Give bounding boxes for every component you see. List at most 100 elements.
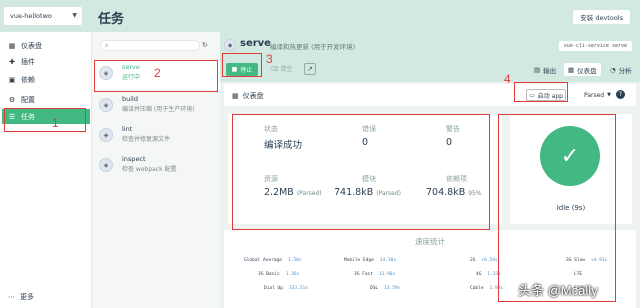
tab-dashboard[interactable]: ▦ 仪表盘 bbox=[564, 63, 601, 76]
modules-size-type: (Parsed) bbox=[376, 190, 402, 197]
speed-label: 3G Basic bbox=[258, 272, 280, 277]
tab-analyze[interactable]: ◔ 分析 bbox=[606, 63, 636, 76]
speed-value: 1.90s bbox=[489, 286, 504, 291]
speed-cell: 2G +8.54s bbox=[470, 258, 498, 263]
sidebar-item-dependencies[interactable]: ▣ 依赖 bbox=[2, 72, 90, 87]
dashboard-icon: ▦ bbox=[568, 65, 575, 74]
task-desc: 检查 webpack 配置 bbox=[122, 166, 177, 173]
task-toolbar: ■ 停止 ⌫ 清空 ↗ ▤ 输出 ▦ 仪表盘 ◔ 分析 bbox=[220, 58, 640, 82]
launch-label: 启动 app bbox=[537, 92, 563, 100]
speed-value: 1.58s bbox=[287, 258, 302, 263]
size-type-select[interactable]: Parsed ▼ bbox=[584, 89, 611, 101]
puzzle-icon: ✚ bbox=[9, 57, 15, 66]
speed-label: DSL bbox=[370, 286, 379, 291]
top-bar: vue-hellotwo ▼ 任务 安装 devtools bbox=[0, 0, 640, 32]
stat-label: 状态 bbox=[264, 125, 278, 133]
task-desc: 运行中 bbox=[122, 74, 141, 81]
tab-output[interactable]: ▤ 输出 bbox=[530, 63, 560, 76]
sidebar: ▦ 仪表盘 ✚ 插件 ▣ 依赖 ⚙ 配置 ☰ 任务 ⋯ 更多 bbox=[0, 32, 92, 308]
more-label: 更多 bbox=[20, 293, 34, 301]
speed-value: 13.59s bbox=[384, 286, 401, 291]
annotation-number-1: 1 bbox=[52, 116, 59, 130]
task-icon: ◈ bbox=[99, 66, 113, 80]
stat-label: 资源 bbox=[264, 175, 278, 183]
stat-label: 错误 bbox=[362, 125, 376, 133]
watermark: 头条 @Mcally bbox=[518, 283, 598, 298]
stat-assets: 资源 2.2MB (Parsed) bbox=[264, 174, 322, 198]
task-name: lint bbox=[122, 125, 133, 133]
sidebar-item-label: 插件 bbox=[21, 57, 35, 66]
speed-label: Cable bbox=[470, 286, 484, 291]
speed-cell: Mobile Edge 14.10s bbox=[344, 258, 396, 263]
project-selector[interactable]: vue-hellotwo ▼ bbox=[4, 7, 82, 25]
speed-value: +4.91s bbox=[590, 258, 608, 263]
sidebar-item-tasks[interactable]: ☰ 任务 bbox=[2, 109, 90, 124]
speed-value: 333.51s bbox=[288, 286, 308, 291]
task-detail: ◈ serve 编译和热更新 (用于开发环境) vue-cli-service … bbox=[220, 32, 640, 308]
search-icon: ⌕ bbox=[105, 41, 109, 49]
speed-value: +8.54s bbox=[481, 258, 498, 263]
modules-size: 741.8kB bbox=[334, 187, 374, 198]
stat-modules: 模块 741.8kB (Parsed) bbox=[334, 174, 401, 198]
speed-value: 14.10s bbox=[379, 258, 397, 263]
clear-button[interactable]: ⌫ 清空 bbox=[270, 64, 292, 73]
dashboard-title-label: 仪表盘 bbox=[242, 92, 264, 100]
dashboard-icon: ▦ bbox=[8, 41, 16, 50]
stat-value: 741.8kB (Parsed) bbox=[334, 187, 401, 198]
task-item-build[interactable]: ◈ build 编译并压缩 (用于生产环境) bbox=[92, 92, 220, 122]
task-name: serve bbox=[122, 63, 140, 71]
size-type-value: Parsed bbox=[584, 91, 605, 99]
launch-app-button[interactable]: ▭ 启动 app bbox=[526, 89, 566, 101]
dashboard-title: ▦ 仪表盘 bbox=[232, 91, 264, 101]
project-name: vue-hellotwo bbox=[10, 12, 52, 20]
sidebar-item-label: 配置 bbox=[21, 95, 35, 104]
task-search-input[interactable]: ⌕ bbox=[100, 40, 200, 51]
clear-label: 清空 bbox=[280, 66, 293, 73]
task-icon: ◈ bbox=[224, 39, 236, 51]
speed-label: 3G Fast bbox=[354, 272, 373, 277]
speed-stats-title: 速度统计 bbox=[415, 237, 445, 246]
speed-value: 11.96s bbox=[378, 272, 396, 277]
stats-panel: 状态 编译成功 错误 0 警告 0 资源 2.2MB (Parsed) 模块 74… bbox=[228, 114, 502, 224]
stop-button[interactable]: ■ 停止 bbox=[226, 63, 258, 76]
refresh-icon[interactable]: ↻ bbox=[202, 41, 208, 49]
tab-label: 仪表盘 bbox=[577, 66, 597, 75]
chevron-down-icon: ▼ bbox=[607, 92, 611, 98]
help-icon[interactable]: ? bbox=[616, 90, 625, 99]
task-desc: 编译并压缩 (用于生产环境) bbox=[122, 106, 195, 113]
stop-label: 停止 bbox=[240, 67, 253, 74]
task-item-inspect[interactable]: ◈ inspect 检查 webpack 配置 bbox=[92, 152, 220, 182]
gear-icon: ⚙ bbox=[8, 95, 16, 104]
chevron-down-icon: ▼ bbox=[72, 12, 77, 19]
stat-label: 警告 bbox=[446, 125, 460, 133]
task-icon: ◈ bbox=[99, 128, 113, 142]
install-devtools-button[interactable]: 安装 devtools bbox=[573, 10, 630, 24]
sidebar-item-dashboard[interactable]: ▦ 仪表盘 bbox=[2, 38, 90, 53]
speed-value: 1.33s bbox=[487, 272, 501, 277]
task-item-lint[interactable]: ◈ lint 检查并修复源文件 bbox=[92, 122, 220, 152]
speed-value: 1.36s bbox=[285, 272, 300, 277]
assets-size: 2.2MB bbox=[264, 187, 294, 198]
speed-cell: 3G Slow +4.91s bbox=[566, 258, 607, 263]
speed-label: Dial Up bbox=[264, 286, 283, 291]
stat-value: 0 bbox=[362, 137, 369, 148]
output-icon: ▤ bbox=[534, 65, 541, 74]
open-external-icon[interactable]: ↗ bbox=[304, 63, 316, 75]
speed-cell: 3G Fast 11.96s bbox=[354, 272, 395, 277]
sidebar-more[interactable]: ⋯ 更多 bbox=[8, 292, 34, 302]
more-icon: ⋯ bbox=[8, 293, 15, 301]
tasks-icon: ☰ bbox=[8, 112, 16, 121]
stat-warnings: 警告 0 bbox=[446, 124, 460, 148]
dashboard-bar: ▦ 仪表盘 ▭ 启动 app Parsed ▼ ? bbox=[224, 84, 636, 106]
task-name: build bbox=[122, 95, 138, 103]
page-title: 任务 bbox=[98, 12, 125, 27]
browser-icon: ▭ bbox=[529, 91, 535, 99]
sidebar-item-label: 任务 bbox=[21, 112, 35, 121]
deps-percent: 95% bbox=[468, 190, 482, 197]
stat-dependencies: 依赖项 704.8kB 95% bbox=[426, 174, 482, 198]
speed-label: LTE bbox=[574, 272, 583, 277]
task-icon: ◈ bbox=[99, 98, 113, 112]
sidebar-item-config[interactable]: ⚙ 配置 bbox=[2, 92, 90, 107]
build-status-panel: ✓ Idle (9s) bbox=[510, 114, 632, 224]
sidebar-item-plugins[interactable]: ✚ 插件 bbox=[2, 54, 90, 69]
